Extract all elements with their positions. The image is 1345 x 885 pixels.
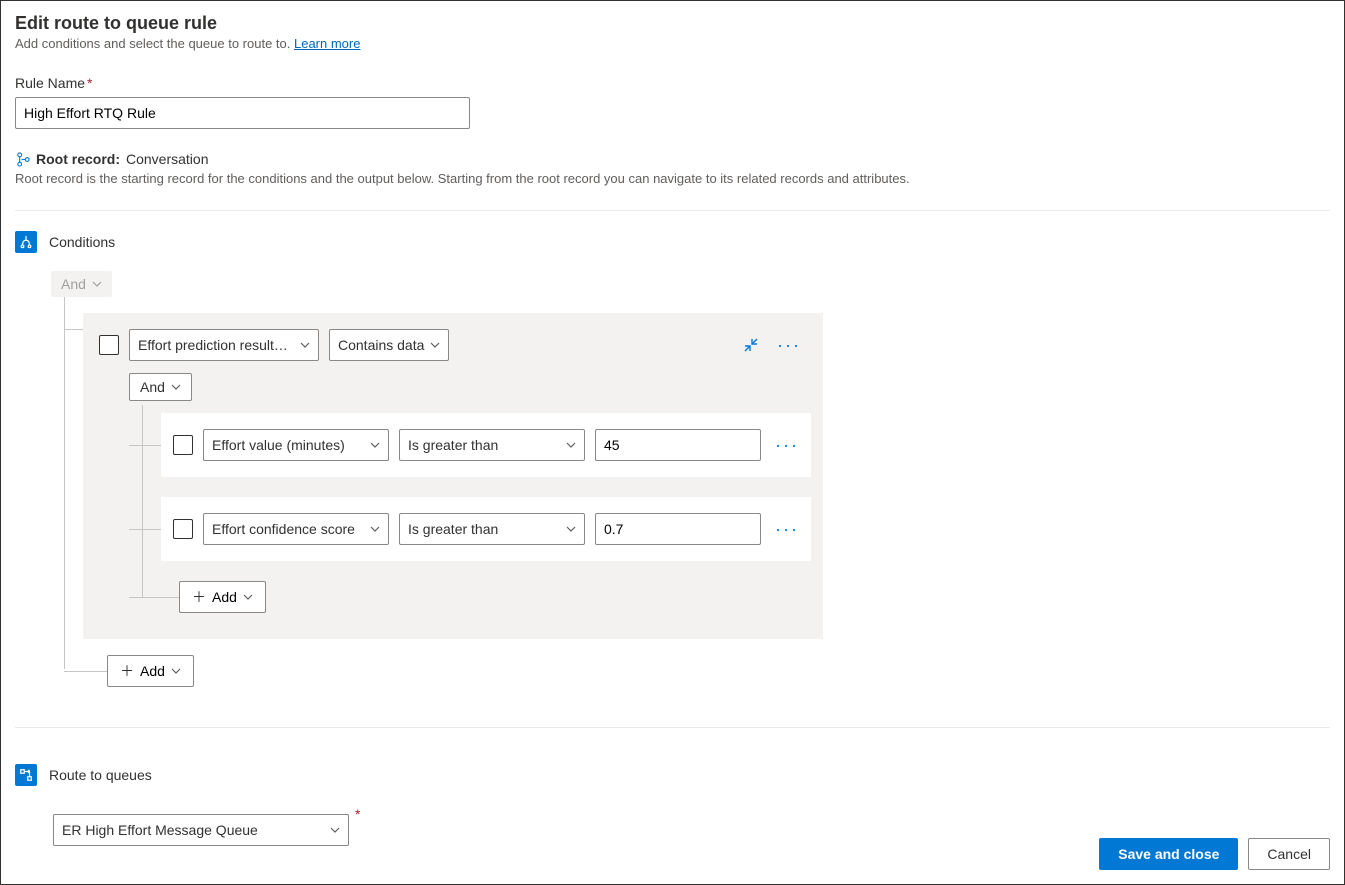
cancel-button[interactable]: Cancel [1248,838,1330,870]
chevron-down-icon [330,825,340,835]
chevron-down-icon [171,382,181,392]
page-title: Edit route to queue rule [15,13,1330,34]
chevron-down-icon [171,666,181,676]
group-field-dropdown[interactable]: Effort prediction result… [129,329,319,361]
chevron-down-icon [370,440,380,450]
add-group-button[interactable]: ＋ Add [107,655,194,687]
row-field-dropdown[interactable]: Effort confidence score [203,513,389,545]
rule-name-label: Rule Name* [15,75,1330,91]
row-value-input[interactable] [595,513,761,545]
rule-name-input[interactable] [15,97,470,129]
root-record-label: Root record: [36,151,120,167]
route-title: Route to queues [49,767,152,783]
inner-logic-operator[interactable]: And [129,373,192,401]
conditions-section-header: Conditions [15,231,1330,253]
route-icon [15,764,37,786]
chevron-down-icon [92,279,102,289]
add-button-label: Add [212,589,237,605]
more-icon[interactable]: ··· [775,435,799,456]
more-icon[interactable]: ··· [775,519,799,540]
row-field-value: Effort confidence score [212,521,355,537]
row-checkbox[interactable] [173,435,193,455]
outer-logic-operator[interactable]: And [51,271,112,297]
required-asterisk: * [355,806,360,822]
outer-logic-operator-label: And [61,276,86,292]
more-icon[interactable]: ··· [777,335,801,356]
row-operator-dropdown[interactable]: Is greater than [399,513,585,545]
queue-dropdown[interactable]: ER High Effort Message Queue [53,814,349,846]
row-operator-value: Is greater than [408,521,498,537]
divider [15,210,1330,211]
add-condition-button[interactable]: ＋ Add [179,581,266,613]
chevron-down-icon [370,524,380,534]
queue-selected-value: ER High Effort Message Queue [62,822,258,838]
save-and-close-button[interactable]: Save and close [1099,838,1238,870]
root-record-row: Root record: Conversation [15,151,1330,167]
condition-group: Effort prediction result… Contains data [83,313,823,639]
page-subtitle: Add conditions and select the queue to r… [15,36,1330,51]
add-button-label: Add [140,663,165,679]
chevron-down-icon [430,340,440,350]
group-checkbox[interactable] [99,335,119,355]
group-operator-dropdown[interactable]: Contains data [329,329,449,361]
footer-actions: Save and close Cancel [1099,838,1330,870]
hierarchy-icon [15,152,30,167]
group-operator-value: Contains data [338,337,424,353]
row-operator-dropdown[interactable]: Is greater than [399,429,585,461]
route-section-header: Route to queues [15,764,1330,786]
rule-name-label-text: Rule Name [15,75,85,91]
divider [15,727,1330,728]
subtitle-text: Add conditions and select the queue to r… [15,36,294,51]
chevron-down-icon [300,340,310,350]
row-value-input[interactable] [595,429,761,461]
row-field-dropdown[interactable]: Effort value (minutes) [203,429,389,461]
group-field-value: Effort prediction result… [138,337,288,353]
plus-icon: ＋ [192,587,206,607]
chevron-down-icon [243,592,253,602]
root-record-description: Root record is the starting record for t… [15,171,1330,186]
row-operator-value: Is greater than [408,437,498,453]
condition-row: Effort confidence score Is greater than [161,497,811,561]
chevron-down-icon [566,440,576,450]
condition-row: Effort value (minutes) Is greater than [161,413,811,477]
conditions-icon [15,231,37,253]
plus-icon: ＋ [120,661,134,681]
conditions-title: Conditions [49,234,115,250]
required-asterisk: * [87,75,92,91]
row-checkbox[interactable] [173,519,193,539]
learn-more-link[interactable]: Learn more [294,36,360,51]
inner-logic-operator-label: And [140,379,165,395]
collapse-icon[interactable] [743,337,759,353]
chevron-down-icon [566,524,576,534]
row-field-value: Effort value (minutes) [212,437,345,453]
root-record-value: Conversation [126,151,209,167]
